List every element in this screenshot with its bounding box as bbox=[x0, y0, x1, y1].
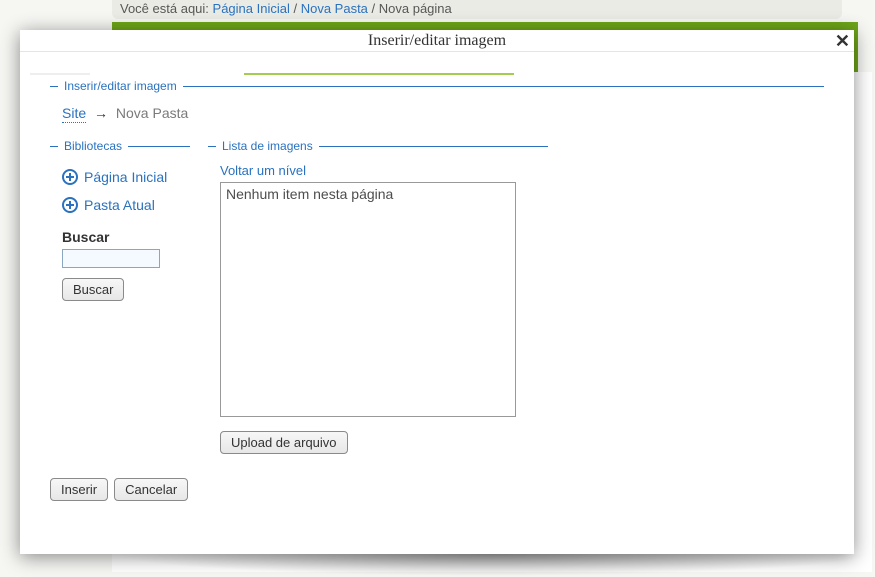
modal-tabstrip bbox=[20, 52, 854, 75]
breadcrumb-prefix: Você está aqui: bbox=[120, 1, 209, 16]
modal-content: Inserir/editar imagem Site → Nova Pasta … bbox=[20, 76, 854, 554]
image-list-empty-message: Nenhum item nesta página bbox=[226, 186, 393, 202]
page-breadcrumb: Você está aqui: Página Inicial / Nova Pa… bbox=[112, 0, 842, 19]
tab-active[interactable] bbox=[244, 52, 514, 75]
insert-button[interactable]: Inserir bbox=[50, 478, 108, 501]
image-list-column: Lista de imagens Voltar um nível Nenhum … bbox=[208, 139, 548, 468]
cancel-button[interactable]: Cancelar bbox=[114, 478, 188, 501]
fieldset-libraries-legend: Bibliotecas bbox=[58, 139, 128, 153]
nav-icon bbox=[62, 197, 78, 213]
fieldset-image-list-legend: Lista de imagens bbox=[216, 139, 319, 153]
insert-image-modal: Inserir/editar imagem ✕ Inserir/editar i… bbox=[20, 30, 854, 554]
fieldset-image-list: Lista de imagens Voltar um nível Nenhum … bbox=[208, 139, 548, 456]
search-input[interactable] bbox=[62, 249, 160, 268]
breadcrumb-current-folder: Nova Pasta bbox=[116, 105, 188, 121]
arrow-right-icon: → bbox=[94, 105, 108, 121]
close-icon[interactable]: ✕ bbox=[835, 32, 850, 50]
library-item-current-folder[interactable]: Pasta Atual bbox=[62, 191, 190, 219]
breadcrumb-root-link[interactable]: Site bbox=[62, 105, 86, 123]
nav-icon bbox=[62, 169, 78, 185]
fieldset-main-legend: Inserir/editar imagem bbox=[58, 79, 183, 93]
image-browser-breadcrumb: Site → Nova Pasta bbox=[62, 103, 812, 125]
up-one-level-link[interactable]: Voltar um nível bbox=[220, 163, 306, 178]
fieldset-main: Inserir/editar imagem Site → Nova Pasta bbox=[50, 79, 824, 127]
fieldset-libraries: Bibliotecas Página Inicial Pasta Atual B… bbox=[50, 139, 190, 303]
library-item-home[interactable]: Página Inicial bbox=[62, 163, 190, 191]
upload-file-button[interactable]: Upload de arquivo bbox=[220, 431, 348, 454]
modal-actions: Inserir Cancelar bbox=[50, 468, 824, 501]
tab-inactive-1[interactable] bbox=[30, 52, 90, 75]
page-shadow bbox=[112, 554, 872, 576]
search-label: Buscar bbox=[62, 229, 190, 245]
tab-inactive-2[interactable] bbox=[92, 52, 242, 75]
breadcrumb-link-home[interactable]: Página Inicial bbox=[213, 1, 290, 16]
modal-title: Inserir/editar imagem bbox=[368, 32, 506, 50]
modal-titlebar: Inserir/editar imagem ✕ bbox=[20, 30, 854, 52]
libraries-column: Bibliotecas Página Inicial Pasta Atual B… bbox=[50, 139, 190, 315]
modal-scrollarea[interactable]: Inserir/editar imagem Site → Nova Pasta … bbox=[20, 76, 854, 554]
breadcrumb-current: Nova página bbox=[379, 1, 452, 16]
search-button[interactable]: Buscar bbox=[62, 278, 124, 301]
library-item-label: Pasta Atual bbox=[84, 197, 155, 213]
library-item-label: Página Inicial bbox=[84, 169, 167, 185]
image-list-box[interactable]: Nenhum item nesta página bbox=[220, 182, 516, 417]
breadcrumb-link-folder[interactable]: Nova Pasta bbox=[301, 1, 368, 16]
